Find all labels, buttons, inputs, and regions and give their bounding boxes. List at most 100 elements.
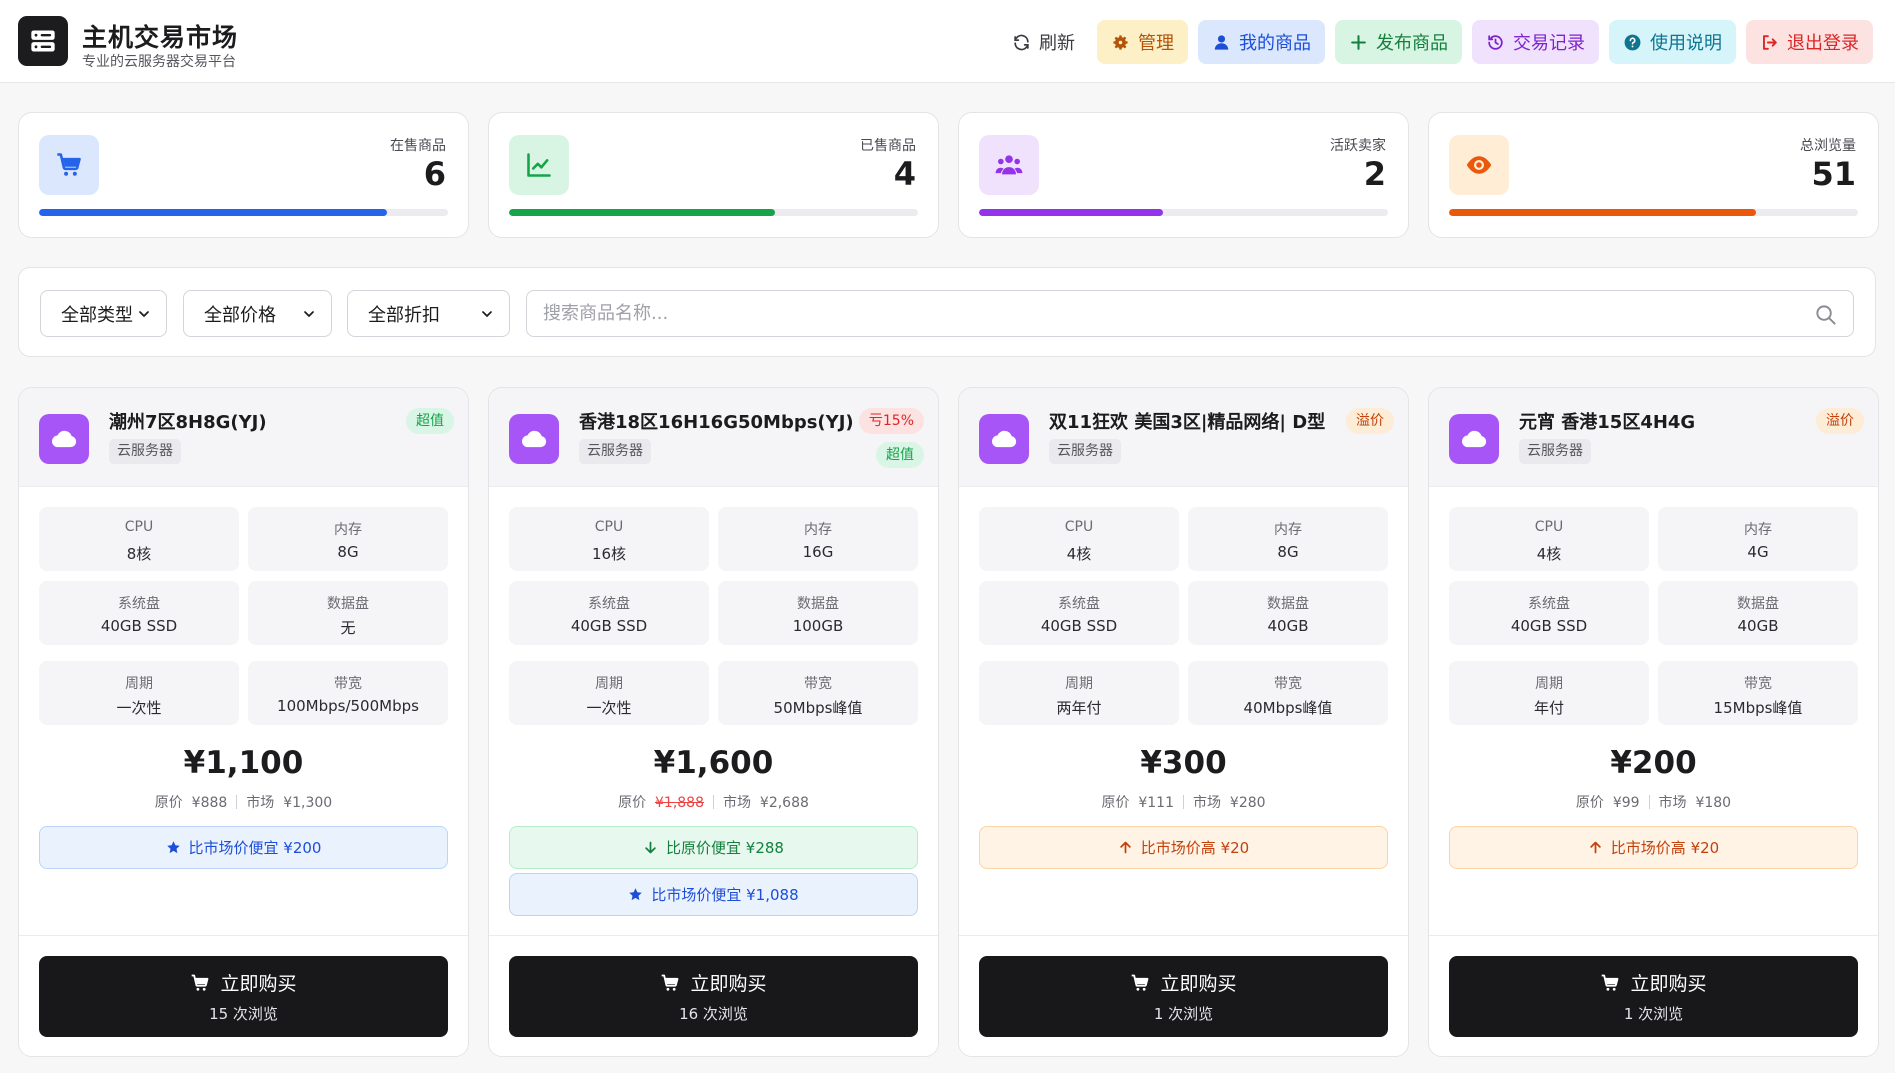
- stat-label: 总浏览量: [1800, 138, 1856, 154]
- cloud-icon: [39, 414, 89, 464]
- publish-product-button[interactable]: 发布商品: [1335, 20, 1462, 64]
- buy-now-button[interactable]: 立即购买 1 次浏览: [979, 956, 1388, 1037]
- status-badge: 超值: [406, 408, 454, 434]
- cart-icon: [1600, 973, 1620, 993]
- stat-progress-fill: [509, 209, 775, 216]
- spec-label: 内存: [334, 522, 362, 538]
- price-filter-value: 全部价格: [204, 304, 276, 326]
- stat-progress-fill: [979, 209, 1164, 216]
- spec-cpu: CPU 8核: [39, 507, 239, 571]
- product-type-tag: 云服务器: [1049, 439, 1121, 464]
- price-compare-note: 比原价便宜 ¥288: [509, 826, 918, 869]
- filter-bar: 全部类型 全部价格 全部折扣: [18, 267, 1876, 357]
- stat-card-total-views: 总浏览量 51: [1428, 112, 1879, 238]
- buy-now-button[interactable]: 立即购买 1 次浏览: [1449, 956, 1858, 1037]
- type-filter-value: 全部类型: [61, 304, 133, 326]
- refresh-button[interactable]: 刷新: [1000, 20, 1087, 64]
- buy-now-button[interactable]: 立即购买 16 次浏览: [509, 956, 918, 1037]
- spec-mem: 内存 4G: [1658, 507, 1858, 571]
- spec-sys: 系统盘 40GB SSD: [979, 581, 1179, 645]
- spec-value: 100Mbps/500Mbps: [277, 697, 419, 715]
- refresh-icon: [1014, 34, 1029, 50]
- product-name: 双11狂欢 美国3区|精品网络| D型: [1049, 412, 1326, 433]
- spec-label: CPU: [1064, 519, 1094, 535]
- spec-value: 40GB: [1737, 617, 1779, 635]
- type-filter-select[interactable]: 全部类型: [40, 290, 167, 337]
- logout-button[interactable]: 退出登录: [1746, 20, 1873, 64]
- cloud-icon: [509, 414, 559, 464]
- discount-filter-select[interactable]: 全部折扣: [347, 290, 510, 337]
- product-card[interactable]: 潮州7区8H8G(YJ) 云服务器 超值 CPU 8核 内存 8G 系统盘 40GB SSD 数据…: [18, 387, 469, 1057]
- spec-value: 4核: [1536, 545, 1562, 563]
- note-text: 比原价便宜 ¥288: [666, 839, 784, 857]
- view-count: 1 次浏览: [1623, 1005, 1684, 1023]
- my-products-button[interactable]: 我的商品: [1198, 20, 1325, 64]
- top-nav: 刷新 管理 我的商品 发布商品 交易记录 使用说明 退出登录: [1000, 20, 1873, 64]
- product-card[interactable]: 双11狂欢 美国3区|精品网络| D型云服务器 溢价 CPU 4核 内存 8G 系统盘 40G…: [958, 387, 1409, 1057]
- price-reference: 原价 ¥888 市场 ¥1,300: [19, 792, 468, 812]
- stat-progress-track: [509, 209, 918, 216]
- arrow-down-icon: [643, 840, 658, 855]
- spec-cycle: 周期 一次性: [509, 661, 709, 725]
- spec-mem: 内存 16G: [718, 507, 918, 571]
- spec-label: 带宽: [1744, 676, 1772, 692]
- price-compare-note: 比市场价便宜 ¥200: [39, 826, 448, 869]
- card-footer: 立即购买 16 次浏览: [489, 935, 938, 1056]
- spec-mem: 内存 8G: [248, 507, 448, 571]
- status-badge: 溢价: [1346, 408, 1394, 434]
- spec-value: 40GB SSD: [1510, 617, 1588, 635]
- search-input[interactable]: [527, 291, 1853, 336]
- spec-value: 无: [340, 619, 356, 637]
- view-count: 1 次浏览: [1153, 1005, 1214, 1023]
- admin-button[interactable]: 管理: [1097, 20, 1188, 64]
- product-type-tag: 云服务器: [579, 439, 651, 464]
- stat-progress-track: [39, 209, 448, 216]
- spec-label: 系统盘: [588, 596, 630, 612]
- chevron-down-icon: [482, 311, 492, 317]
- product-name: 潮州7区8H8G(YJ): [109, 412, 267, 433]
- spec-value: 8G: [1277, 543, 1299, 561]
- stat-label: 在售商品: [390, 138, 446, 154]
- price-reference: 原价 ¥1,888 市场 ¥2,688: [489, 792, 938, 812]
- top-bar: 主机交易市场 专业的云服务器交易平台 刷新 管理 我的商品 发布商品 交易记录 …: [0, 0, 1895, 83]
- spec-cpu: CPU 4核: [979, 507, 1179, 571]
- note-text: 比市场价便宜 ¥200: [188, 839, 322, 857]
- price-reference: 原价 ¥111 市场 ¥280: [959, 792, 1408, 812]
- trade-records-button[interactable]: 交易记录: [1472, 20, 1599, 64]
- spec-label: 内存: [1274, 522, 1302, 538]
- stat-value: 2: [1363, 155, 1386, 193]
- product-card[interactable]: 香港18区16H16G50Mbps(YJ) 云服务器 亏15% 超值 CPU 16核 内存 1…: [488, 387, 939, 1057]
- help-button[interactable]: 使用说明: [1609, 20, 1736, 64]
- my-products-label: 我的商品: [1239, 33, 1311, 54]
- spec-bw: 带宽 100Mbps/500Mbps: [248, 661, 448, 725]
- price-filter-select[interactable]: 全部价格: [183, 290, 332, 337]
- publish-product-label: 发布商品: [1376, 33, 1448, 54]
- stat-progress-track: [979, 209, 1388, 216]
- logout-icon: [1763, 34, 1777, 50]
- arrow-up-icon: [1588, 840, 1603, 855]
- product-card-header: 双11狂欢 美国3区|精品网络| D型云服务器 溢价: [959, 388, 1408, 487]
- product-card[interactable]: 元宵 香港15区4H4G 云服务器 溢价 CPU 4核 内存 4G 系统盘 40GB SSD 数据…: [1428, 387, 1879, 1057]
- gear-icon: [1113, 34, 1128, 50]
- note-text: 比市场价高 ¥20: [1140, 839, 1250, 857]
- spec-value: 8核: [126, 545, 152, 563]
- original-price: ¥1,888: [655, 795, 704, 811]
- product-price: ¥1,100: [183, 745, 304, 781]
- chevron-down-icon: [139, 311, 149, 317]
- search-icon[interactable]: [1814, 303, 1837, 326]
- buy-now-button[interactable]: 立即购买 15 次浏览: [39, 956, 448, 1037]
- history-icon: [1488, 34, 1503, 50]
- product-price: ¥1,600: [653, 745, 774, 781]
- divider: [713, 795, 714, 809]
- spec-value: 两年付: [1056, 699, 1102, 717]
- stat-value: 51: [1811, 155, 1856, 193]
- spec-label: 系统盘: [1528, 596, 1570, 612]
- product-price: ¥300: [1140, 745, 1227, 781]
- product-name: 香港18区16H16G50Mbps(YJ): [579, 412, 854, 433]
- plus-icon: [1351, 34, 1366, 50]
- cart-icon: [660, 973, 680, 993]
- spec-value: 15Mbps峰值: [1713, 699, 1803, 717]
- product-card-header: 潮州7区8H8G(YJ) 云服务器 超值: [19, 388, 468, 487]
- divider: [236, 795, 238, 809]
- market-price-label: 市场: [1658, 795, 1687, 811]
